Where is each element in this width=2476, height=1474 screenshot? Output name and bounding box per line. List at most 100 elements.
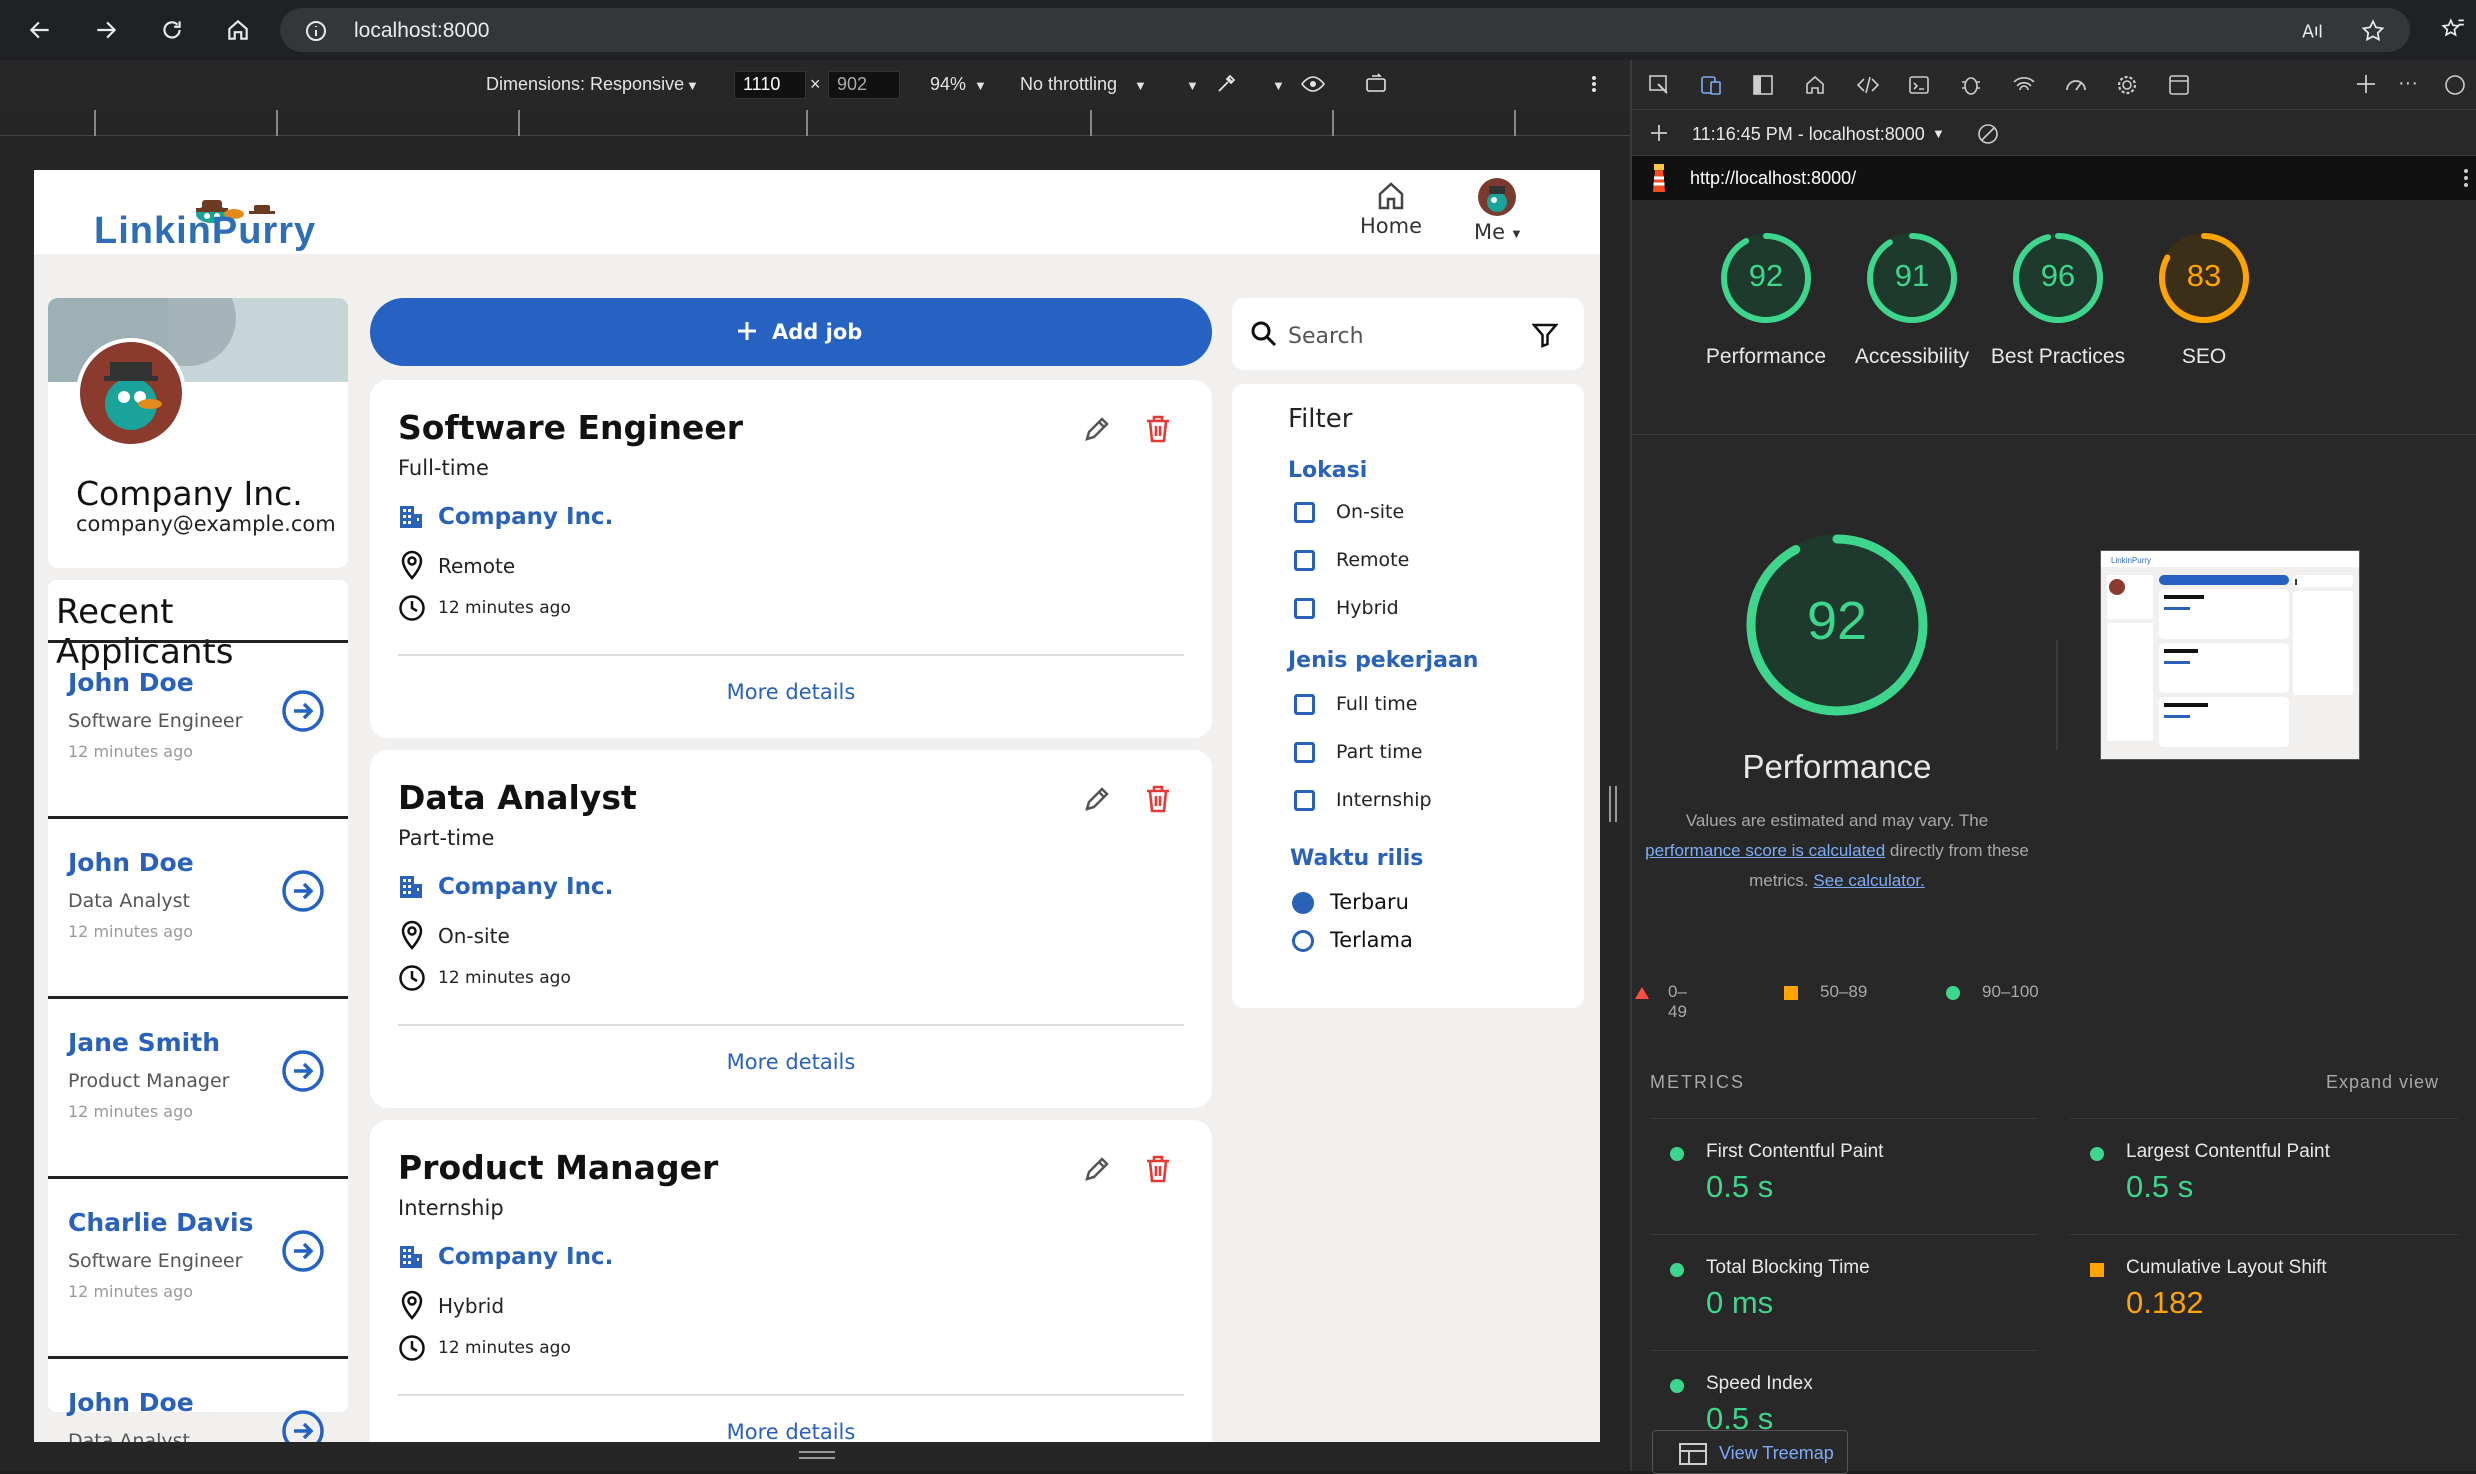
job-company[interactable]: Company Inc. [438,504,613,530]
score-calculated-link[interactable]: performance score is calculated [1645,841,1885,860]
nav-home[interactable]: Home [1356,180,1426,248]
welcome-home-icon[interactable] [1804,74,1826,96]
applicant-item[interactable]: Charlie Davis Software Engineer 12 minutes… [48,1186,348,1362]
radio-button[interactable] [1292,930,1314,952]
applicant-item[interactable]: Jane Smith Product Manager 12 minutes ago [48,1006,348,1182]
more-tools-icon[interactable]: ··· [2398,72,2418,95]
refresh-icon[interactable] [154,12,190,48]
score-gauge[interactable]: 83 SEO [2124,230,2284,430]
edit-pencil-icon[interactable] [1082,1154,1112,1184]
filter-option[interactable]: On-site [1294,496,1554,528]
new-report-icon[interactable] [1648,122,1670,144]
applicant-item[interactable]: John DoeData Analyst12 minutes ago [48,1366,348,1442]
expand-view-toggle[interactable]: Expand view [2326,1072,2439,1093]
arrow-right-circle-icon[interactable] [280,1228,326,1274]
throttling-dropdown[interactable]: No throttling [1020,74,1117,95]
chevron-down-icon[interactable]: ▼ [1932,126,1945,141]
filter-option[interactable]: Hybrid [1294,592,1554,624]
view-treemap-button[interactable]: View Treemap [1652,1430,1848,1474]
vision-icon[interactable] [1300,72,1326,96]
elements-icon[interactable] [1856,74,1880,96]
resize-handle-bottom[interactable] [795,1448,839,1462]
search-input[interactable]: Search [1288,324,1364,349]
chevron-down-icon[interactable]: ▼ [686,78,699,93]
arrow-right-circle-icon[interactable] [280,1048,326,1094]
applicant-name[interactable]: John Doe [68,848,194,877]
height-input[interactable]: 902 [828,71,900,99]
bug-icon[interactable] [1960,74,1982,96]
chevron-down-icon[interactable]: ▼ [1186,78,1199,93]
score-gauge[interactable]: 92 Performance [1686,230,1846,430]
logo[interactable]: LinkinPurry [94,180,354,252]
chevron-down-icon[interactable]: ▼ [1134,78,1147,93]
console-icon[interactable] [1908,74,1930,96]
arrow-right-circle-icon[interactable] [280,688,326,734]
page-screenshot-thumbnail[interactable]: LinkinPurry [2100,550,2360,760]
back-icon[interactable] [22,12,58,48]
radio-option[interactable]: Terbaru [1292,886,1552,918]
applicant-item[interactable]: John Doe Software Engineer 12 minutes ago [48,646,348,822]
settings-gear-icon[interactable] [2116,74,2138,96]
edit-pencil-icon[interactable] [1082,784,1112,814]
applicant-name[interactable]: John Doe [68,668,194,697]
performance-icon[interactable] [2064,74,2088,96]
width-input[interactable]: 1110 [734,71,806,99]
rotate-icon[interactable] [1364,72,1390,96]
sidebar-icon[interactable] [1752,74,1774,96]
filter-option[interactable]: Full time [1294,688,1554,720]
checkbox[interactable] [1294,502,1315,523]
favorites-icon[interactable] [2440,16,2466,42]
applicant-item[interactable]: John DoeData Analyst12 minutes ago [48,826,348,1002]
trash-icon[interactable] [1144,414,1172,444]
more-details-link[interactable]: More details [370,1420,1212,1442]
filter-option[interactable]: Remote [1294,544,1554,576]
resize-handle[interactable] [1606,782,1620,826]
chevron-down-icon[interactable]: ▼ [974,78,987,93]
home-icon[interactable] [220,12,256,48]
checkbox[interactable] [1294,694,1315,715]
read-aloud-icon[interactable]: A [2300,18,2326,44]
eyedropper-icon[interactable] [1214,72,1238,96]
inspect-icon[interactable] [1648,74,1670,96]
arrow-right-circle-icon[interactable] [280,1408,326,1442]
filter-option[interactable]: Internship [1294,784,1554,816]
application-icon[interactable] [2168,74,2190,96]
see-calculator-link[interactable]: See calculator. [1813,871,1925,890]
more-details-link[interactable]: More details [370,1050,1212,1074]
applicant-name[interactable]: Charlie Davis [68,1208,254,1237]
applicant-name[interactable]: Jane Smith [68,1028,220,1057]
radio-option[interactable]: Terlama [1292,924,1552,956]
site-info-icon[interactable] [304,19,328,43]
help-icon[interactable] [2444,74,2466,96]
checkbox[interactable] [1294,550,1315,571]
zoom-dropdown[interactable]: 94% [930,74,966,95]
favorite-star-icon[interactable] [2360,18,2386,44]
job-company[interactable]: Company Inc. [438,1244,613,1270]
trash-icon[interactable] [1144,784,1172,814]
checkbox[interactable] [1294,742,1315,763]
applicant-name[interactable]: John Doe [68,1388,194,1417]
dimensions-dropdown[interactable]: Dimensions: Responsive [486,74,684,95]
report-selector[interactable]: 11:16:45 PM - localhost:8000 [1692,124,1925,145]
add-tab-icon[interactable] [2354,72,2378,96]
filter-icon[interactable] [1532,322,1558,348]
filter-option[interactable]: Part time [1294,736,1554,768]
checkbox[interactable] [1294,790,1315,811]
search-box[interactable]: Search [1232,298,1584,370]
more-options-icon[interactable] [1590,72,1598,96]
address-bar[interactable]: localhost:8000 A [280,8,2410,52]
add-job-button[interactable]: Add job [370,298,1212,366]
radio-button[interactable] [1292,892,1314,914]
report-menu-icon[interactable] [2462,166,2470,190]
trash-icon[interactable] [1144,1154,1172,1184]
chevron-down-icon[interactable]: ▼ [1272,78,1285,93]
clear-icon[interactable] [1976,122,2000,146]
device-toggle-icon[interactable] [1700,74,1722,96]
edit-pencil-icon[interactable] [1082,414,1112,444]
nav-me[interactable]: Me ▼ [1458,178,1528,248]
checkbox[interactable] [1294,598,1315,619]
arrow-right-circle-icon[interactable] [280,868,326,914]
job-company[interactable]: Company Inc. [438,874,613,900]
score-gauge[interactable]: 96 Best Practices [1978,230,2138,430]
network-icon[interactable] [2012,74,2036,96]
